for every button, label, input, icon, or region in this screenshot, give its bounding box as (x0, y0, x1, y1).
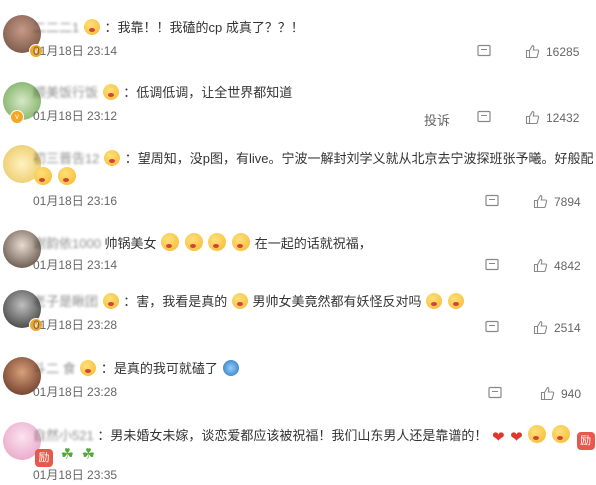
comment-date: 01月18日 23:14 (33, 258, 118, 272)
thumbs-up-icon (525, 44, 540, 59)
username[interactable]: 二二二1 (33, 20, 79, 35)
thumbs-up-icon (533, 320, 548, 335)
emoji-icon (552, 425, 570, 443)
reply-button[interactable] (485, 320, 499, 334)
like-count: 2514 (554, 320, 581, 335)
emoji-icon (447, 293, 464, 309)
comment-text-line: 顺美饭行饭 ：低调低调，让全世界都知道 (33, 84, 292, 102)
comment-icon (477, 110, 491, 123)
report-button[interactable]: 投诉 (424, 110, 450, 129)
comment-text: ：是真的我可就磕了 (100, 361, 218, 376)
comment-icon (485, 258, 499, 271)
emoji-icon (80, 360, 97, 376)
reply-button[interactable] (485, 194, 499, 208)
emoji-icon (528, 425, 547, 443)
comment-date: 01月18日 23:28 (33, 318, 118, 332)
comment-text-line: 老子是瞅团 ：害，我看是真的 男帅女美竟然都有妖怪反对吗 (33, 293, 465, 311)
comment-icon (485, 320, 499, 333)
like-count: 940 (561, 386, 582, 401)
username[interactable]: 自然小521 (33, 428, 94, 443)
comment-icon (488, 386, 502, 399)
red-envelope-icon: 励 (35, 449, 53, 467)
comment-text-line: 初三晋告12 ：望周知，没p图，有live。宁波一解封刘学义就从北京去宁波探班张… (33, 148, 596, 168)
comment-text-line: 二二二1 ：我靠！！我磕的cp 成真了？？！ (33, 19, 304, 37)
emoji-icon (57, 167, 76, 185)
username[interactable]: 顺美饭行饭 (33, 85, 98, 100)
comment-icon (485, 194, 499, 207)
emoji-icon (208, 233, 227, 251)
like-count: 16285 (546, 44, 580, 59)
like-button[interactable]: 940 (540, 386, 581, 401)
username[interactable]: 初三晋告12 (33, 151, 99, 166)
like-count: 12432 (546, 110, 580, 125)
reply-button[interactable] (477, 44, 491, 58)
emoji-icon (231, 293, 248, 309)
emoji-line (33, 167, 77, 187)
like-button[interactable]: 2514 (533, 320, 581, 335)
like-button[interactable]: 16285 (525, 44, 579, 59)
like-button[interactable]: 12432 (525, 110, 579, 125)
red-envelope-icon: 励 (576, 432, 595, 450)
leaf-icon: ☘ (81, 446, 96, 463)
comment-text-line: 谢韵依1000 帅锅美女 在一起的话就祝福， (33, 233, 372, 253)
comment-date: 01月18日 23:12 (33, 109, 118, 123)
comment-text: ：低调低调，让全世界都知道 (123, 85, 293, 100)
verified-badge-icon: v (10, 110, 24, 124)
reply-button[interactable] (485, 258, 499, 272)
heart-icon: ❤ (491, 429, 505, 446)
comment-date: 01月18日 23:14 (33, 44, 118, 58)
comment-date: 01月18日 23:35 (33, 468, 118, 482)
comment-date: 01月18日 23:28 (33, 385, 118, 399)
emoji-icon (102, 293, 119, 309)
emoji-icon (102, 84, 119, 100)
emoji-icon (232, 233, 251, 251)
username[interactable]: 斗二 食 (33, 361, 76, 376)
emoji-icon (222, 360, 239, 376)
comment-text: ：我靠！！我磕的cp 成真了？？！ (104, 20, 304, 35)
comment-text: 在一起的话就祝福， (254, 236, 372, 251)
emoji-icon (83, 19, 100, 35)
emoji-icon (426, 293, 443, 309)
emoji-icon (34, 167, 52, 185)
like-button[interactable]: 4842 (533, 258, 581, 273)
comment-text: ：男未婚女未嫁，谈恋爱都应该被祝福！我们山东男人还是靠谱的！ (97, 428, 488, 443)
comment-text: ：害，我看是真的 (123, 294, 228, 309)
emoji-line: 励 ☘ ☘ (33, 444, 97, 467)
username[interactable]: 谢韵依1000 (33, 236, 101, 251)
comment-text-line: 斗二 食 ：是真的我可就磕了 (33, 360, 240, 378)
thumbs-up-icon (525, 110, 540, 125)
emoji-icon (161, 233, 180, 251)
username[interactable]: 老子是瞅团 (33, 294, 98, 309)
comment-date: 01月18日 23:16 (33, 194, 118, 208)
comment-icon (477, 44, 491, 57)
emoji-icon (184, 233, 203, 251)
comment-text: ：望周知，没p图，有live。宁波一解封刘学义就从北京去宁波探班张予曦。好般配 (124, 151, 594, 166)
thumbs-up-icon (540, 386, 555, 401)
heart-icon: ❤ (510, 429, 523, 446)
comment-text: 帅锅美女 (104, 236, 157, 251)
comment-text-line: 自然小521 ：男未婚女未嫁，谈恋爱都应该被祝福！我们山东男人还是靠谱的！ ❤ … (33, 425, 596, 450)
leaf-icon: ☘ (60, 446, 75, 463)
emoji-icon (104, 150, 121, 166)
reply-button[interactable] (477, 110, 491, 124)
like-button[interactable]: 7894 (533, 194, 581, 209)
reply-button[interactable] (488, 386, 502, 400)
comment-text: 男帅女美竟然都有妖怪反对吗 (252, 294, 422, 309)
like-count: 4842 (554, 258, 581, 273)
like-count: 7894 (554, 194, 581, 209)
thumbs-up-icon (533, 194, 548, 209)
thumbs-up-icon (533, 258, 548, 273)
